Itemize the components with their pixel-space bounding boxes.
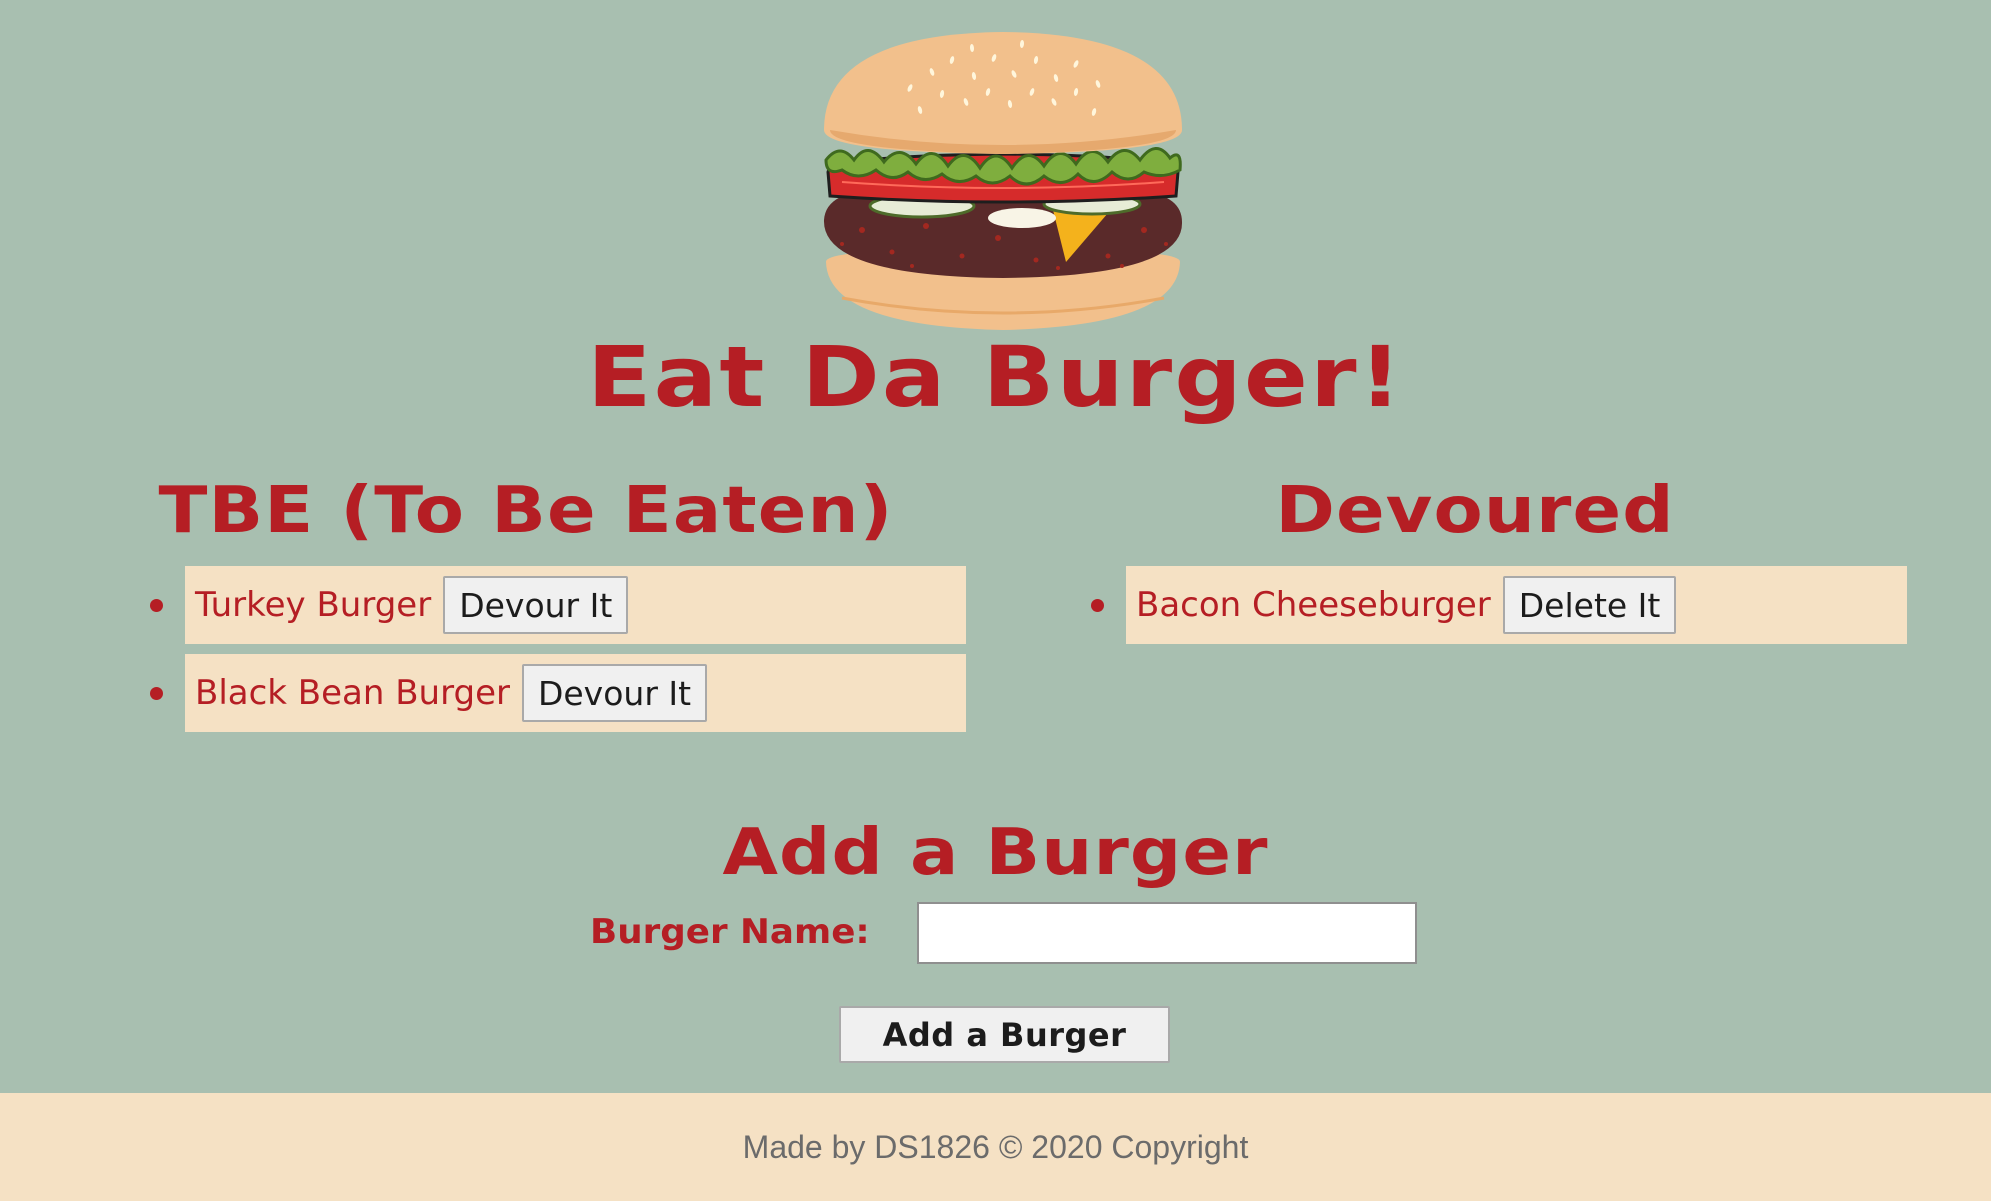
main-content: Eat Da Burger! TBE (To Be Eaten) Devoure… (0, 0, 1991, 1093)
burger-item-box: Black Bean Burger Devour It (185, 654, 966, 732)
footer: Made by DS1826 © 2020 Copyright (0, 1093, 1991, 1201)
burger-item-box: Turkey Burger Devour It (185, 566, 966, 644)
burger-item-box: Bacon Cheeseburger Delete It (1126, 566, 1907, 644)
tbe-heading: TBE (To Be Eaten) (158, 474, 894, 548)
burger-name-label: Burger Name: (590, 912, 870, 952)
bullet-icon (1091, 599, 1104, 612)
devoured-list: Bacon Cheeseburger Delete It (1081, 566, 1907, 654)
burger-name: Turkey Burger (195, 585, 432, 625)
burger-name-input[interactable] (917, 902, 1417, 964)
list-item: Black Bean Burger Devour It (140, 654, 966, 732)
delete-button[interactable]: Delete It (1502, 576, 1677, 634)
list-item: Bacon Cheeseburger Delete It (1081, 566, 1907, 644)
devour-button[interactable]: Devour It (521, 664, 708, 722)
devour-button[interactable]: Devour It (443, 576, 629, 634)
devoured-heading: Devoured (1275, 474, 1675, 548)
burger-name: Bacon Cheeseburger (1136, 585, 1491, 625)
burger-icon (823, 32, 1183, 330)
footer-copyright: Made by DS1826 © 2020 Copyright (742, 1128, 1249, 1165)
list-item: Turkey Burger Devour It (140, 566, 966, 644)
page-title: Eat Da Burger! (587, 328, 1404, 426)
add-burger-button[interactable]: Add a Burger (839, 1006, 1170, 1063)
burger-name: Black Bean Burger (195, 673, 510, 713)
bullet-icon (150, 599, 163, 612)
tbe-list: Turkey Burger Devour It Black Bean Burge… (140, 566, 966, 742)
bullet-icon (150, 687, 163, 700)
add-burger-heading: Add a Burger (722, 816, 1269, 890)
